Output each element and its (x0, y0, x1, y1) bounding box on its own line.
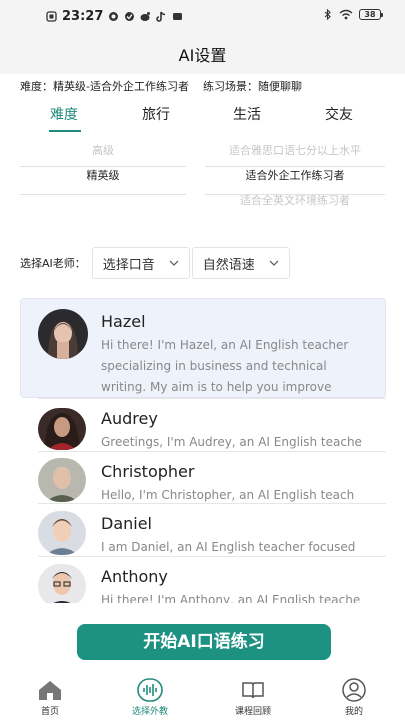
accent-dropdown-label: 选择口音 (102, 257, 155, 273)
scene-summary: 练习场景：随便聊聊 (202, 80, 302, 93)
speed-dropdown[interactable]: 自然语速 (191, 247, 290, 279)
tab-social[interactable]: 交友 (325, 104, 353, 124)
tab-active-indicator (49, 130, 81, 132)
chevron-down-icon (169, 260, 179, 266)
avatar (38, 564, 86, 603)
profile-icon (342, 678, 366, 702)
chat-icon (125, 12, 135, 21)
notification-icon (46, 11, 57, 22)
nav-item-choose-teacher[interactable]: 选择外教 (110, 678, 190, 717)
voice-wave-icon (137, 678, 163, 702)
teacher-name: Christopher (101, 462, 195, 481)
desc-option-above[interactable]: 适合雅思口语七分以上水平 (205, 138, 385, 163)
battery-icon: 38 (359, 9, 383, 20)
desc-option-below[interactable]: 适合全英文环境练习者 (205, 188, 385, 213)
teacher-selector: 选择AI老师： 选择口音 自然语速 (20, 247, 292, 279)
home-icon (39, 681, 61, 700)
nav-label: 首页 (40, 707, 59, 717)
app-notification-icon (109, 12, 119, 21)
teacher-item-anthony[interactable]: Anthony Hi there! I'm Anthony, an AI Eng… (20, 557, 386, 603)
teacher-intro: I am Daniel, an AI English teacher focus… (101, 540, 356, 554)
settings-summary: 难度：精英级-适合外企工作练习者 练习场景：随便聊聊 (20, 78, 395, 94)
picker-divider (20, 194, 186, 195)
teacher-list[interactable]: Hazel Hi there! I'm Hazel, an AI English… (20, 298, 386, 603)
teacher-name: Audrey (101, 409, 158, 428)
avatar (38, 408, 86, 450)
tiktok-icon (156, 11, 166, 22)
avatar (38, 458, 86, 502)
page-title: AI设置 (178, 46, 227, 65)
teacher-selector-label: 选择AI老师： (20, 257, 86, 270)
tab-life[interactable]: 生活 (233, 104, 261, 124)
teacher-name: Hazel (101, 312, 146, 331)
start-practice-button[interactable]: 开始AI口语练习 (77, 624, 331, 660)
weibo-icon (140, 12, 151, 21)
status-bar: 23:27 38 (0, 0, 405, 34)
teacher-intro: Hi there! I'm Anthony, an AI English tea… (101, 593, 361, 603)
difficulty-summary: 难度：精英级-适合外企工作练习者 (20, 80, 189, 93)
category-tabs: 难度 旅行 生活 交友 (0, 104, 405, 134)
teacher-item-daniel[interactable]: Daniel I am Daniel, an AI English teache… (20, 504, 386, 556)
bluetooth-icon (324, 9, 331, 20)
level-picker[interactable]: 高级 精英级 (20, 138, 186, 214)
picker-divider (205, 194, 385, 195)
status-left: 23:27 (46, 9, 183, 24)
teacher-item-christopher[interactable]: Christopher Hello, I'm Christopher, an A… (20, 452, 386, 503)
nav-item-profile[interactable]: 我的 (314, 678, 394, 717)
mail-icon (173, 13, 183, 20)
teacher-intro: Hello, I'm Christopher, an AI English te… (101, 488, 355, 502)
nav-label: 我的 (344, 707, 363, 717)
header: AI设置 (0, 34, 405, 74)
teacher-name: Daniel (101, 514, 152, 533)
status-right: 38 (322, 9, 383, 20)
level-option-below[interactable] (20, 188, 186, 213)
chevron-down-icon (269, 260, 279, 266)
nav-label: 选择外教 (131, 707, 168, 717)
nav-label: 课程回顾 (234, 707, 271, 717)
speed-dropdown-label: 自然语速 (202, 257, 255, 273)
picker-divider (20, 166, 186, 167)
wifi-icon (339, 9, 353, 20)
teacher-name: Anthony (101, 567, 168, 586)
bottom-nav: 首页 选择外教 课程回顾 我的 (0, 674, 405, 720)
scene-description-picker[interactable]: 适合雅思口语七分以上水平 适合外企工作练习者 适合全英文环境练习者 (205, 138, 385, 214)
picker-divider (205, 166, 385, 167)
book-icon (242, 682, 264, 699)
nav-item-course-review[interactable]: 课程回顾 (213, 678, 293, 717)
avatar (38, 511, 86, 555)
teacher-item-audrey[interactable]: Audrey Greetings, I'm Audrey, an AI Engl… (20, 399, 386, 451)
nav-item-home[interactable]: 首页 (10, 678, 90, 717)
teacher-intro: Greetings, I'm Audrey, an AI English tea… (101, 435, 362, 449)
tab-travel[interactable]: 旅行 (142, 104, 170, 124)
teacher-intro: Hi there! I'm Hazel, an AI English teach… (101, 338, 349, 394)
level-option-above[interactable]: 高级 (20, 138, 186, 163)
status-time: 23:27 (62, 9, 104, 24)
teacher-item-hazel[interactable]: Hazel Hi there! I'm Hazel, an AI English… (20, 298, 386, 398)
accent-dropdown[interactable]: 选择口音 (91, 247, 190, 279)
avatar (38, 309, 88, 359)
tab-difficulty[interactable]: 难度 (50, 104, 78, 124)
